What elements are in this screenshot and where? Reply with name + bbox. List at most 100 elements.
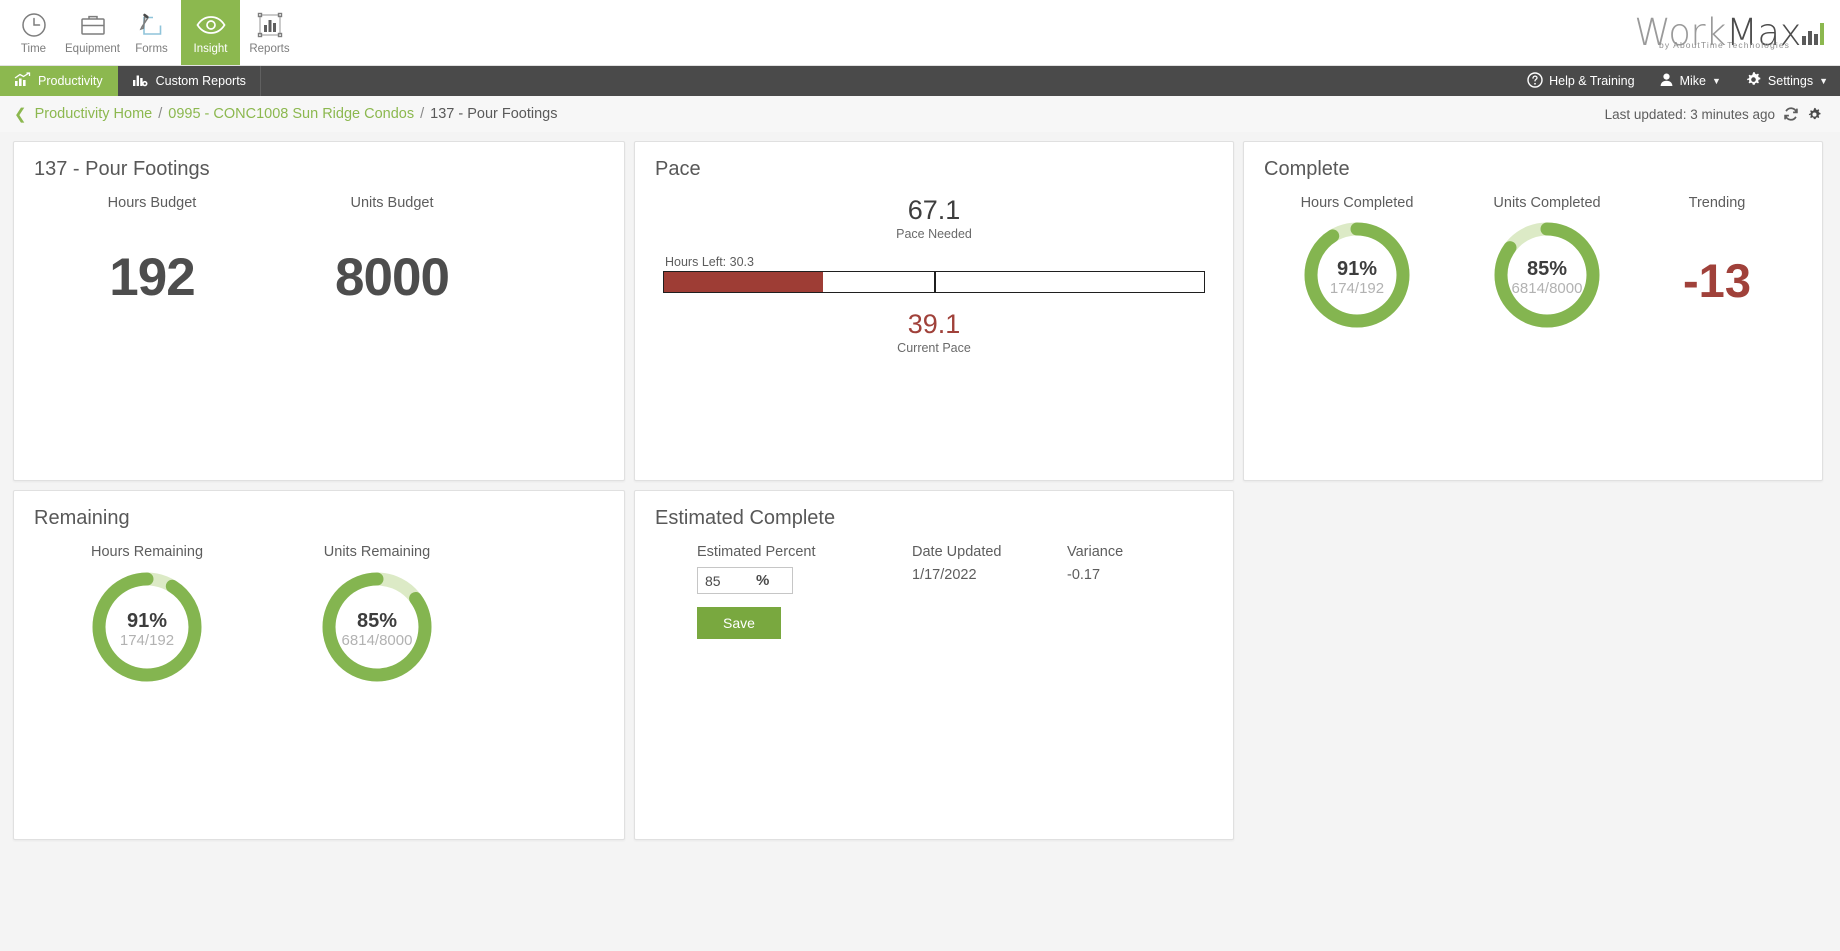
pace-body: 67.1 Pace Needed Hours Left: 30.3 39.1 C… xyxy=(653,195,1215,355)
app-nav-label: Time xyxy=(21,43,46,55)
remaining-card-title: Remaining xyxy=(34,507,606,530)
percent-sign: % xyxy=(756,572,778,589)
subnav-item-productivity[interactable]: Productivity xyxy=(0,66,118,96)
eye-icon xyxy=(196,10,226,40)
pace-progress-bar xyxy=(663,271,1205,293)
bar-chart-icon xyxy=(257,10,283,40)
refresh-icon[interactable] xyxy=(1783,106,1799,122)
app-nav-item-reports[interactable]: Reports xyxy=(240,0,299,65)
variance-label: Variance xyxy=(1067,544,1187,560)
pace-target-marker xyxy=(934,272,936,292)
donut-label: Units Completed xyxy=(1452,195,1642,211)
briefcase-icon xyxy=(80,10,106,40)
donut-graphic: 91% 174/192 xyxy=(88,568,206,691)
user-menu-button[interactable]: Mike ▼ xyxy=(1647,66,1733,96)
app-nav-label: Reports xyxy=(249,43,289,55)
metric-value: 192 xyxy=(32,247,272,308)
donut-hours-remaining: Hours Remaining 91% 174/192 xyxy=(32,544,262,691)
user-menu-label: Mike xyxy=(1680,74,1706,88)
app-nav-label: Forms xyxy=(135,43,168,55)
estimated-percent-group: Estimated Percent % Save xyxy=(697,544,912,639)
donut-label: Hours Completed xyxy=(1262,195,1452,211)
budget-card-title: 137 - Pour Footings xyxy=(34,158,606,181)
logo-tagline: by AboutTime Technologies xyxy=(1659,40,1790,50)
help-and-training-label: Help & Training xyxy=(1549,74,1634,88)
last-updated-group: Last updated: 3 minutes ago xyxy=(1605,106,1822,122)
app-nav-item-equipment[interactable]: Equipment xyxy=(63,0,122,65)
remaining-card: Remaining Hours Remaining 91% 174/192 Un… xyxy=(13,490,625,840)
metric-label: Hours Budget xyxy=(32,195,272,211)
metric-units-budget: Units Budget 8000 xyxy=(272,195,512,308)
complete-card: Complete Hours Completed 91% 174/192 Uni… xyxy=(1243,141,1823,481)
settings-menu-label: Settings xyxy=(1768,74,1813,88)
variance-value: -0.17 xyxy=(1067,567,1187,583)
metric-label: Units Budget xyxy=(272,195,512,211)
estimated-card-title: Estimated Complete xyxy=(655,507,1215,530)
donut-graphic: 85% 6814/8000 xyxy=(1491,219,1603,336)
remaining-donut-row: Hours Remaining 91% 174/192 Units Remain… xyxy=(32,544,606,691)
chevron-down-icon: ▼ xyxy=(1819,76,1828,86)
current-pace-group: 39.1 Current Pace xyxy=(663,309,1205,355)
gear-icon[interactable] xyxy=(1807,107,1822,122)
top-app-bar: Time Equipment Forms Insight xyxy=(0,0,1840,66)
workmax-logo: Work Max by AboutTime Technologies xyxy=(1634,16,1824,50)
budget-card: 137 - Pour Footings Hours Budget 192 Uni… xyxy=(13,141,625,481)
last-updated-text: Last updated: 3 minutes ago xyxy=(1605,107,1775,122)
date-updated-label: Date Updated xyxy=(912,544,1067,560)
breadcrumb-item-productivity-home[interactable]: Productivity Home xyxy=(35,106,153,122)
estimated-fields-row: Estimated Percent % Save Date Updated 1/… xyxy=(653,544,1215,639)
chevron-down-icon: ▼ xyxy=(1712,76,1721,86)
app-nav-item-forms[interactable]: Forms xyxy=(122,0,181,65)
save-button[interactable]: Save xyxy=(697,607,781,639)
metric-value: 8000 xyxy=(272,247,512,308)
donut-svg xyxy=(88,568,206,686)
date-updated-value: 1/17/2022 xyxy=(912,567,1067,583)
donut-label: Units Remaining xyxy=(262,544,492,560)
secondary-nav-right: Help & Training Mike ▼ Settings ▼ xyxy=(1515,66,1840,96)
gear-icon xyxy=(1745,71,1762,91)
trending-value: -13 xyxy=(1642,253,1792,308)
pace-needed-group: 67.1 Pace Needed xyxy=(663,195,1205,241)
breadcrumb-separator: / xyxy=(420,106,424,122)
donut-svg xyxy=(318,568,436,686)
settings-menu-button[interactable]: Settings ▼ xyxy=(1733,66,1840,96)
breadcrumb-item-current: 137 - Pour Footings xyxy=(430,106,557,122)
clock-icon xyxy=(21,10,47,40)
donut-units-remaining: Units Remaining 85% 6814/8000 xyxy=(262,544,492,691)
variance-group: Variance -0.17 xyxy=(1067,544,1187,639)
donut-units-completed: Units Completed 85% 6814/8000 xyxy=(1452,195,1642,336)
estimated-percent-field[interactable]: % xyxy=(697,567,793,594)
secondary-nav-bar: Productivity Custom Reports Help & Train… xyxy=(0,66,1840,96)
current-pace-label: Current Pace xyxy=(663,341,1205,355)
subnav-item-custom-reports[interactable]: Custom Reports xyxy=(118,66,261,96)
current-pace-value: 39.1 xyxy=(663,309,1205,340)
pace-card: Pace 67.1 Pace Needed Hours Left: 30.3 3… xyxy=(634,141,1234,481)
chart-gear-icon xyxy=(132,72,149,90)
subnav-label: Productivity xyxy=(38,74,103,88)
complete-card-title: Complete xyxy=(1264,158,1804,181)
pace-card-title: Pace xyxy=(655,158,1215,181)
complete-donut-row: Hours Completed 91% 174/192 Units Comple… xyxy=(1262,195,1804,336)
donut-svg xyxy=(1301,219,1413,331)
chart-trend-icon xyxy=(14,72,31,90)
app-nav-item-insight[interactable]: Insight xyxy=(181,0,240,65)
pace-needed-label: Pace Needed xyxy=(663,227,1205,241)
breadcrumb-item-project[interactable]: 0995 - CONC1008 Sun Ridge Condos xyxy=(168,106,414,122)
chevron-left-icon[interactable]: ❮ xyxy=(14,105,27,123)
user-icon xyxy=(1659,72,1674,90)
budget-metric-row: Hours Budget 192 Units Budget 8000 xyxy=(32,195,606,308)
question-circle-icon xyxy=(1527,72,1543,91)
estimated-percent-label: Estimated Percent xyxy=(697,544,912,560)
date-updated-group: Date Updated 1/17/2022 xyxy=(912,544,1067,639)
pace-needed-value: 67.1 xyxy=(663,195,1205,226)
help-and-training-button[interactable]: Help & Training xyxy=(1515,66,1646,96)
donut-label: Hours Remaining xyxy=(32,544,262,560)
pencil-form-icon xyxy=(139,10,165,40)
app-nav-item-time[interactable]: Time xyxy=(4,0,63,65)
donut-svg xyxy=(1491,219,1603,331)
pace-progress-fill xyxy=(664,272,823,292)
app-module-nav: Time Equipment Forms Insight xyxy=(0,0,299,65)
logo-bars-icon xyxy=(1802,23,1824,45)
estimated-percent-input[interactable] xyxy=(698,568,756,593)
breadcrumb-bar: ❮ Productivity Home / 0995 - CONC1008 Su… xyxy=(0,96,1840,132)
